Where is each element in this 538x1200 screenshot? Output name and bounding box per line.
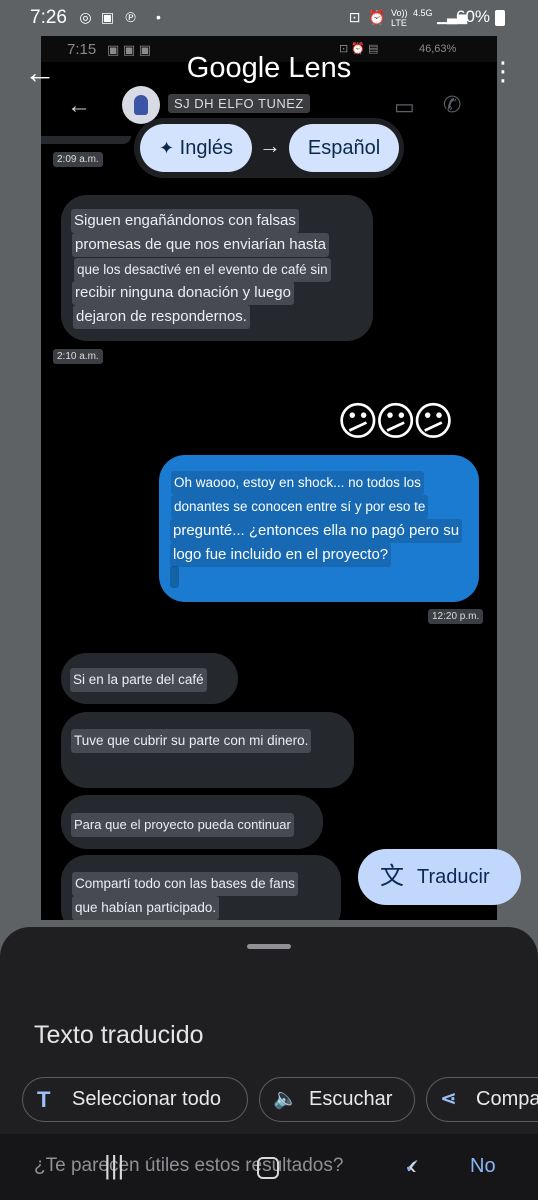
message-received[interactable]: Si en la parte del café [61,653,238,704]
back-nav-icon[interactable]: ‹ [408,1150,417,1181]
translated-line[interactable]: Siguen engañándonos con falsas [71,209,299,233]
translated-line[interactable]: Para que el proyecto pueda continuar [71,813,294,837]
text-select-icon: T [37,1087,51,1112]
translated-line[interactable]: que habían participado. [72,896,220,920]
source-language-chip[interactable]: ✦ Inglés [140,124,252,172]
message-sent[interactable]: Oh waooo, estoy en shock... no todos los… [159,455,479,602]
translated-line[interactable]: logo fue incluido en el proyecto? [170,543,392,567]
arrow-right-icon: → [259,133,281,158]
translated-line[interactable]: Oh waooo, estoy en shock... no todos los [171,471,424,495]
previous-bubble-edge [41,136,131,144]
gallery-icon: ▣ [100,9,115,25]
translated-line[interactable]: Si en la parte del café [70,668,207,692]
share-button[interactable]: ⋖ Compa [426,1077,538,1122]
source-language-label: Inglés [179,137,234,159]
translated-line[interactable]: Compartí todo con las bases de fans [72,872,298,896]
dot-icon: • [156,9,161,25]
avatar-logo [134,95,148,115]
volte-indicator: Vo)) LTE [391,8,408,28]
translate-icon: 文 [380,863,404,890]
whatsapp-icon: ◎ [79,9,92,25]
phone-icon[interactable]: ✆ [443,92,461,118]
pinterest-icon: ℗ [125,9,136,25]
translated-line[interactable]: Tuve que cubrir su parte con mi dinero. [71,729,312,753]
message-received[interactable]: Siguen engañándonos con falsas promesas … [61,195,373,341]
drag-handle[interactable] [247,944,291,949]
target-language-label: Español [307,137,381,159]
translated-line[interactable]: recibir ninguna donación y luego [72,281,294,305]
listen-button[interactable]: 🔈 Escuchar [259,1077,415,1122]
recent-apps-icon[interactable]: ||| [104,1150,124,1181]
network-type: 4.5G [413,8,433,18]
message-received[interactable]: Para que el proyecto pueda continuar [61,795,323,849]
message-received[interactable]: Tuve que cubrir su parte con mi dinero. [61,712,354,788]
translate-button[interactable]: 文 Traducir [358,849,521,905]
sparkle-icon: ✦ [158,138,175,158]
select-all-label: Seleccionar todo [72,1088,221,1110]
translated-line-fragment [170,566,179,588]
message-received[interactable]: Compartí todo con las bases de fans que … [61,855,341,920]
share-icon: ⋖ [440,1088,457,1110]
translated-line[interactable]: promesas de que nos enviarían hasta [72,233,329,257]
translated-line[interactable]: que los desactivé en el evento de café s… [74,258,331,282]
alarm-icon: ⏰ [368,9,386,25]
battery-icon [495,10,505,26]
timestamp: 12:20 p.m. [428,609,484,624]
timestamp: 2:09 a.m. [53,152,103,167]
nfc-icon: ⊡ [348,9,361,25]
translated-line[interactable]: pregunté... ¿entonces ella no pagó pero … [170,519,463,543]
translated-line[interactable]: donantes se conocen entre sí y por eso t… [171,495,429,519]
listen-label: Escuchar [309,1088,393,1110]
feedback-question: ¿Te parecen útiles estos resultados? [34,1155,344,1176]
status-bar: 7:26 ◎ ▣ ℗ • ⊡ ⏰ Vo)) LTE 4.5G ▁▃▅ 60% [0,0,538,36]
translated-line[interactable]: dejaron de respondernos. [73,305,250,329]
emoji-confused[interactable]: 😕😕😕 [337,399,454,445]
chat-back-icon[interactable]: ← [67,92,91,120]
share-label: Compa [476,1088,538,1110]
sheet-title: Texto traducido [34,1021,204,1049]
home-icon[interactable] [257,1157,279,1179]
chat-contact-name[interactable]: SJ DH ELFO TUNEZ [168,94,310,113]
feedback-no-button[interactable]: No [470,1155,496,1178]
translate-button-label: Traducir [417,866,490,888]
timestamp: 2:10 a.m. [53,349,103,364]
battery-percent: 60% [456,7,491,26]
language-selector: ✦ Inglés → Español [134,118,404,178]
status-time: 7:26 [30,7,67,28]
speaker-icon: 🔈 [273,1088,298,1110]
select-all-button[interactable]: T Seleccionar todo [22,1077,248,1122]
video-call-icon[interactable]: ▭ [394,94,415,120]
target-language-chip[interactable]: Español [289,124,399,172]
app-title: Google Lens [186,52,352,84]
more-options-icon[interactable]: ⋮ [490,58,516,84]
